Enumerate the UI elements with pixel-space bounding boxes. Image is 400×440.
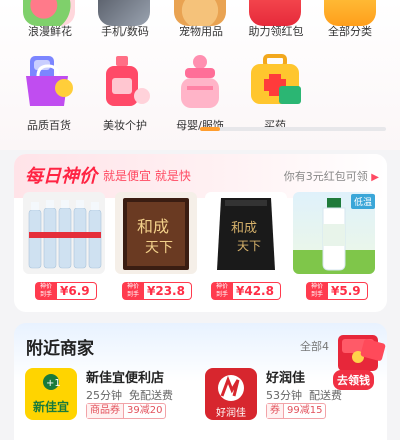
category-red-packet[interactable]: 助力领红包 xyxy=(236,23,316,39)
price-tag-milk: 神价 到手 ¥5.9 xyxy=(306,282,368,300)
price-value: ¥6.9 xyxy=(57,282,97,300)
nearby-all-link[interactable]: 全部4 xyxy=(300,338,329,354)
store-name[interactable]: 新佳宜便利店 xyxy=(86,367,164,386)
category-flowers[interactable]: 浪漫鲜花 xyxy=(10,23,90,39)
store-logo-text: 好润佳 xyxy=(216,408,246,419)
category-scroll-thumb xyxy=(200,127,220,131)
daily-deals-title: 每日神价 xyxy=(25,166,97,187)
price-tag-liquor-pouch: 神价 到手 ¥42.8 xyxy=(211,282,281,300)
price-tag-liquor-box: 神价 到手 ¥23.8 xyxy=(122,282,192,300)
coupon-hint-link[interactable]: 你有3元红包可领 ▶ xyxy=(284,168,379,184)
store-meta: 25分钟 免配送费 xyxy=(86,389,173,402)
price-tag-label: 神价 到手 xyxy=(122,282,144,300)
price-tag-label: 神价 到手 xyxy=(35,282,57,300)
store-name[interactable]: 好润佳 xyxy=(266,367,305,386)
low-temp-badge: 低温 xyxy=(351,194,376,209)
store-logo-text: 新佳宜 xyxy=(32,400,69,414)
nearby-title: 附近商家 xyxy=(26,339,94,359)
svg-text:+1: +1 xyxy=(46,378,61,389)
price-value: ¥23.8 xyxy=(144,282,192,300)
baby-bottle-icon[interactable] xyxy=(171,52,229,112)
store-meta: 53分钟 配送费 xyxy=(266,389,342,402)
product-image-liquor-box[interactable]: 和成 天下 xyxy=(115,192,197,274)
price-tag-water: 神价 到手 ¥6.9 xyxy=(35,282,97,300)
category-phones[interactable]: 手机/数码 xyxy=(85,23,165,39)
collect-money-promo[interactable]: 去领钱 xyxy=(332,333,387,391)
daily-deals-card: 每日神价 就是便宜 就是快 你有3元红包可领 ▶ 神价到手 ¥6.9 和成 天 xyxy=(14,154,387,312)
cosmetics-icon[interactable] xyxy=(96,52,154,112)
daily-deals-subtitle: 就是便宜 就是快 xyxy=(103,169,191,183)
price-tag-label: 神价 到手 xyxy=(211,282,233,300)
coupon-hint-text: 你有3元红包可领 xyxy=(283,170,368,183)
store-coupon-tag[interactable]: 券 99减15 xyxy=(266,403,327,419)
store-logo-haorunjia[interactable]: 好润佳 xyxy=(205,368,257,420)
medicine-box-icon[interactable] xyxy=(245,52,305,112)
svg-text:和成: 和成 xyxy=(231,221,257,236)
category-all[interactable]: 全部分类 xyxy=(310,23,390,39)
chevron-right-icon: ▶ xyxy=(371,172,379,183)
store-logo-xinjiayi[interactable]: +1 新佳宜 xyxy=(25,368,77,420)
category-scroll-track xyxy=(200,127,386,131)
shopping-bag-icon[interactable] xyxy=(20,52,78,112)
product-image-liquor-pouch[interactable]: 和成 天下 xyxy=(205,192,287,274)
price-value: ¥5.9 xyxy=(328,282,368,300)
category-beauty[interactable]: 美妆个护 xyxy=(85,117,165,133)
product-image-water[interactable] xyxy=(23,192,105,274)
nearby-stores-card: 附近商家 全部4 +1 新佳宜 新佳宜便利店 25分钟 免配送费 商品券 39减… xyxy=(14,323,387,440)
category-goods[interactable]: 品质百货 xyxy=(9,117,89,133)
svg-text:天下: 天下 xyxy=(145,240,173,256)
store-coupon-tag[interactable]: 商品券 39减20 xyxy=(86,403,167,419)
category-pets[interactable]: 宠物用品 xyxy=(161,23,241,39)
svg-text:天下: 天下 xyxy=(237,239,261,253)
collect-money-label: 去领钱 xyxy=(333,370,374,390)
price-value: ¥42.8 xyxy=(233,282,281,300)
price-tag-label: 神价 到手 xyxy=(306,282,328,300)
svg-text:和成: 和成 xyxy=(137,217,169,236)
